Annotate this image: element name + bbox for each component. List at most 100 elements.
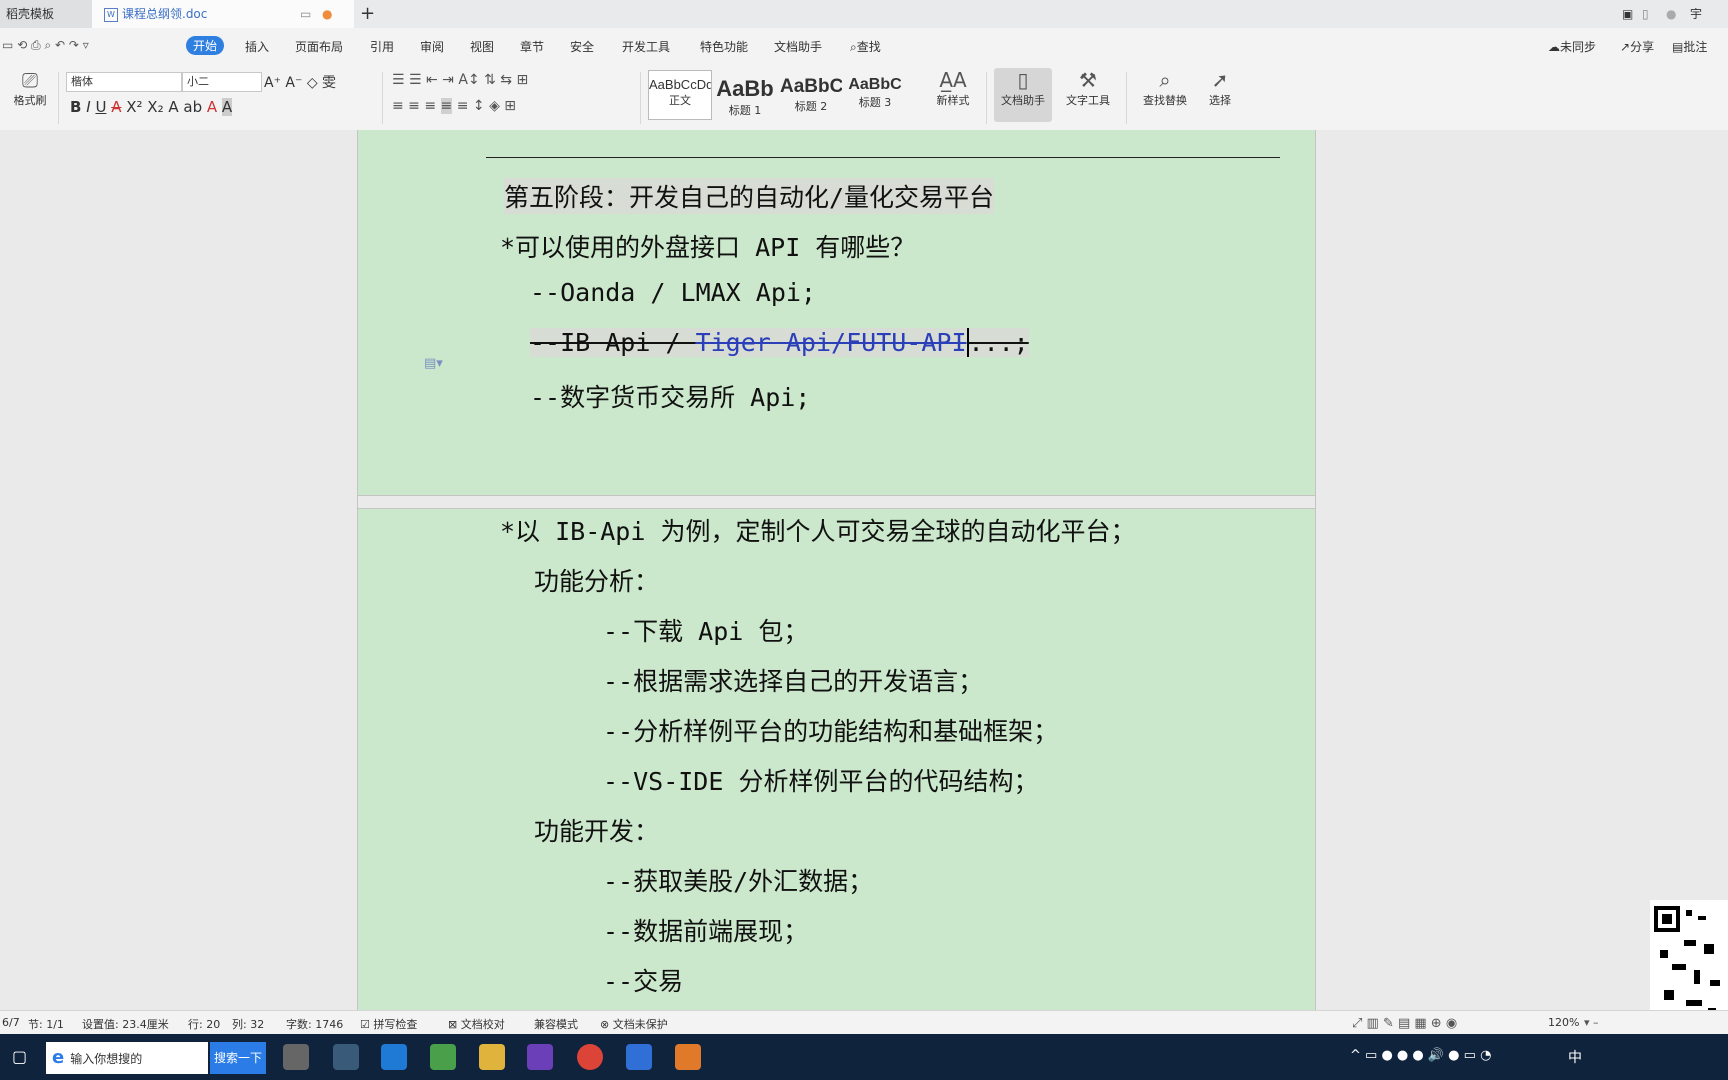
ribbon-toolbar: ⎚ 格式刷 楷体 小二 A⁺ A⁻ ◇ 雯 B I U A X² X₂ A ab… — [0, 66, 1728, 131]
folder-icon[interactable] — [479, 1044, 505, 1070]
share-button[interactable]: ↗分享 — [1620, 38, 1654, 55]
header-rule — [486, 157, 1280, 158]
menu-developer[interactable]: 开发工具 — [622, 38, 670, 55]
sync-status[interactable]: ☁未同步 — [1548, 38, 1596, 55]
doc-line: *以 IB-Api 为例，定制个人可交易全球的自动化平台； — [500, 517, 1136, 546]
style-normal[interactable]: AaBbCcDd 正文 — [648, 70, 712, 120]
doc-line: 功能分析： — [534, 567, 660, 596]
taskbar-search-input[interactable]: e 输入你想搜的 — [46, 1042, 208, 1074]
visual-studio-icon[interactable] — [527, 1044, 553, 1070]
stage-heading: 第五阶段：开发自己的自动化/量化交易平台 — [504, 178, 995, 214]
section-indicator: 节: 1/1 — [28, 1018, 64, 1031]
word-count[interactable]: 字数: 1746 — [286, 1016, 343, 1032]
font-family-select[interactable]: 楷体 — [66, 72, 182, 92]
format-painter-button[interactable]: ⎚ 格式刷 — [8, 68, 52, 108]
wps-writer-icon[interactable] — [626, 1044, 652, 1070]
menu-chapter[interactable]: 章节 — [520, 38, 544, 55]
window-count-badge: ▣ — [1622, 7, 1634, 21]
menu-review[interactable]: 审阅 — [420, 38, 444, 55]
app-icon-tool[interactable] — [381, 1044, 407, 1070]
monitor-icon: ▭ — [300, 7, 312, 21]
check-icon: ☑ — [360, 1018, 370, 1031]
style-heading-1[interactable]: AaBb 标题 1 — [714, 70, 776, 118]
app-icon-media[interactable] — [283, 1044, 309, 1070]
status-bar: 6/7 节: 1/1 设置值: 23.4厘米 行: 20 列: 32 字数: 1… — [0, 1010, 1728, 1035]
shield-icon: ⊗ — [600, 1018, 610, 1031]
divider — [986, 72, 987, 124]
quick-access-icons[interactable]: ▭ ⟲ ⎙ ⌕ ↶ ↷ ▿ — [2, 38, 89, 53]
app-icon-network[interactable] — [430, 1044, 456, 1070]
text-tools-button[interactable]: ⚒ 文字工具 — [1056, 68, 1120, 108]
doc-line: 功能开发： — [534, 817, 660, 846]
zoom-level[interactable]: 120% — [1548, 1016, 1579, 1029]
divider — [1126, 72, 1127, 124]
find-replace-button[interactable]: ⌕ 查找替换 — [1134, 68, 1196, 108]
doc-line: --数字货币交易所 Api; — [530, 383, 811, 412]
document-area[interactable]: 第五阶段：开发自己的自动化/量化交易平台 *可以使用的外盘接口 API 有哪些？… — [0, 130, 1728, 1010]
doc-line: --VS-IDE 分析样例平台的代码结构； — [603, 767, 1039, 796]
app-icon-orange[interactable] — [675, 1044, 701, 1070]
list-indent-icons[interactable]: ☰ ☰ ⇤ ⇥ A↕ ⇅ ⇆ ⊞ — [392, 72, 528, 88]
magnifier-icon: ⌕ — [1159, 68, 1171, 92]
app-icon-editor[interactable] — [333, 1044, 359, 1070]
compat-mode: 兼容模式 — [534, 1018, 578, 1031]
zoom-dropdown-icon[interactable]: ▾ – — [1584, 1016, 1599, 1029]
brush-icon: ⎚ — [22, 68, 38, 92]
new-tab-plus-icon[interactable]: + — [360, 0, 375, 28]
doc-line: --下载 Api 包； — [603, 617, 809, 646]
wrench-icon: ⚒ — [1079, 68, 1097, 92]
select-button[interactable]: ➚ 选择 — [1200, 68, 1240, 108]
ie-icon: e — [52, 1047, 65, 1068]
doc-assistant-button[interactable]: ▯ 文档助手 — [994, 68, 1052, 122]
protection-status[interactable]: ⊗ 文档未保护 — [600, 1016, 668, 1032]
menu-layout[interactable]: 页面布局 — [295, 38, 343, 55]
avatar[interactable]: ● — [1666, 0, 1676, 28]
doc-line: --获取美股/外汇数据； — [603, 867, 874, 896]
task-view-icon[interactable]: ▢ — [12, 1047, 27, 1066]
system-tray-icons[interactable]: ^ ▭ ● ● ● 🔊 ● ▭ ◔ — [1350, 1048, 1491, 1063]
revision-line: --IB Api / Tiger Api/FUTU-API...; — [530, 328, 1029, 357]
unsaved-dot-icon: ● — [322, 7, 333, 21]
style-heading-3[interactable]: AaBbC 标题 3 — [844, 70, 906, 118]
divider — [58, 72, 59, 124]
document-page[interactable]: 第五阶段：开发自己的自动化/量化交易平台 *可以使用的外盘接口 API 有哪些？… — [357, 130, 1316, 1010]
menu-home[interactable]: 开始 — [186, 36, 225, 55]
doc-line: --Oanda / LMAX Api; — [530, 278, 816, 307]
divider — [640, 72, 641, 124]
menu-insert[interactable]: 插入 — [245, 38, 269, 55]
tab-docer-templates[interactable]: 稻壳模板 — [0, 0, 96, 28]
paragraph-handle-icon[interactable]: ▤▾ — [424, 356, 443, 371]
font-size-tools-icons[interactable]: A⁺ A⁻ ◇ 雯 — [264, 72, 336, 92]
chrome-icon[interactable] — [577, 1044, 603, 1070]
menu-features[interactable]: 特色功能 — [700, 38, 748, 55]
setting-value: 设置值: 23.4厘米 — [82, 1018, 169, 1031]
tab-document[interactable]: W 课程总纲领.doc ▭ ● — [92, 0, 354, 28]
new-style-button[interactable]: A̲A 新样式 — [926, 68, 980, 108]
ime-indicator[interactable]: 中 — [1568, 1047, 1582, 1067]
page-break — [358, 495, 1315, 509]
column-indicator: 列: 32 — [232, 1018, 265, 1031]
menu-references[interactable]: 引用 — [370, 38, 394, 55]
taskbar-search-button[interactable]: 搜索一下 — [210, 1042, 266, 1074]
restore-icon[interactable]: ▯ — [1642, 0, 1649, 28]
comment-button[interactable]: ▤批注 — [1672, 38, 1707, 55]
tab-bar: 稻壳模板 W 课程总纲领.doc ▭ ● + ▣ ▯ ● 宇 — [0, 0, 1728, 29]
spell-check-button[interactable]: ☑ 拼写检查 — [360, 1016, 417, 1032]
page-indicator[interactable]: 6/7 — [2, 1016, 20, 1029]
taskbar: ▢ e 输入你想搜的 搜索一下 ^ ▭ ● ● ● 🔊 ● ▭ ◔ 中 — [0, 1034, 1728, 1080]
paragraph-align-icons[interactable]: ≡ ≡ ≡ ≡ ≡ ↕ ◈ ⊞ — [392, 98, 516, 114]
search-icon: ⌕ — [850, 40, 857, 54]
view-mode-icons[interactable]: ⤢ ▥ ✎ ▤ ▦ ⊕ ◉ — [1352, 1016, 1457, 1031]
menu-view[interactable]: 视图 — [470, 38, 494, 55]
cloud-icon: ☁ — [1548, 40, 1560, 54]
menu-find[interactable]: ⌕查找 — [850, 38, 881, 55]
font-style-icons[interactable]: B I U A X² X₂ A ab A A — [70, 98, 233, 116]
font-size-select[interactable]: 小二 — [182, 72, 262, 92]
proofread-button[interactable]: ⊠ 文档校对 — [448, 1016, 505, 1032]
menu-security[interactable]: 安全 — [570, 38, 594, 55]
style-heading-2[interactable]: AaBbC 标题 2 — [780, 70, 842, 118]
row-indicator: 行: 20 — [188, 1018, 221, 1031]
menu-doc-assistant[interactable]: 文档助手 — [774, 38, 822, 55]
word-doc-icon: W — [104, 7, 118, 22]
proofread-icon: ⊠ — [448, 1018, 458, 1031]
